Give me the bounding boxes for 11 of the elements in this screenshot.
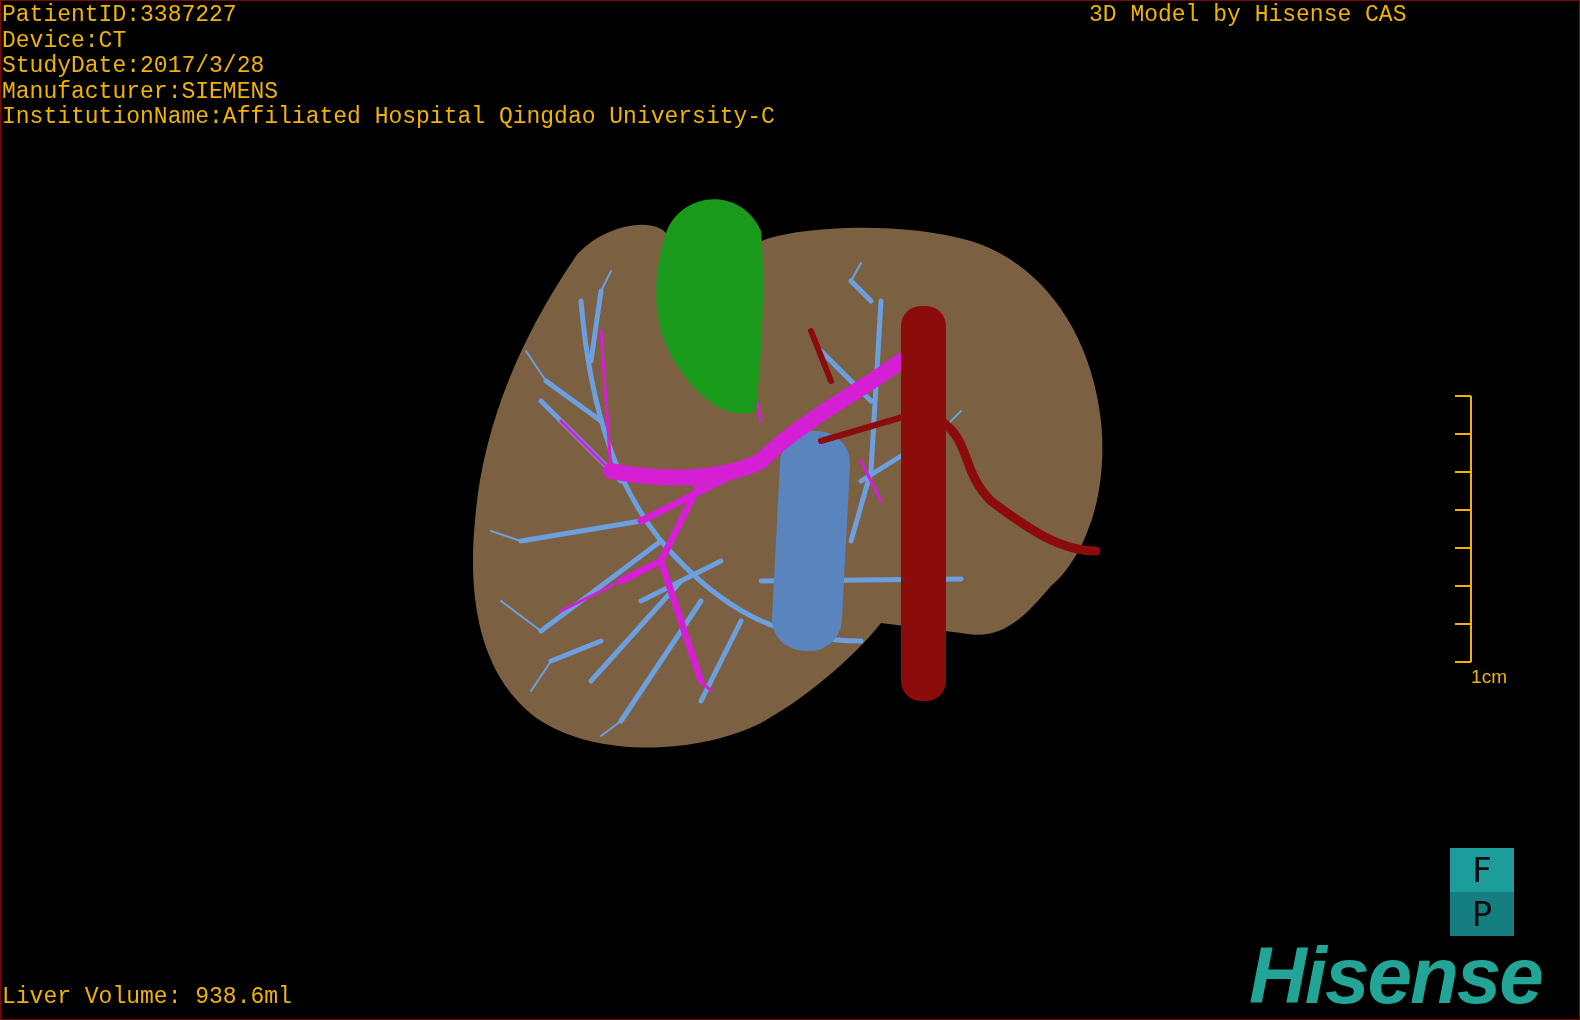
study-info-text: StudyDate:2017/3/28 xyxy=(2,54,266,80)
orientation-button[interactable]: P xyxy=(1450,892,1514,936)
brand-logo: Hisense xyxy=(1249,936,1542,1016)
scale-label: 1cm xyxy=(1471,666,1507,688)
liver-volume-text: Liver Volume: 938.6ml xyxy=(2,985,292,1010)
model-credit-text: 3D Model by Hisense CAS xyxy=(1089,3,1407,28)
study-info-text: InstitutionName:Affiliated Hospital Qingdao University-C xyxy=(2,105,775,131)
orientation-button[interactable]: F xyxy=(1450,848,1514,892)
study-info-text: Device:CT xyxy=(2,28,128,54)
study-info-text: Manufacturer:SIEMENS xyxy=(2,79,280,105)
study-info-text: PatientID:3387227 xyxy=(2,3,238,29)
